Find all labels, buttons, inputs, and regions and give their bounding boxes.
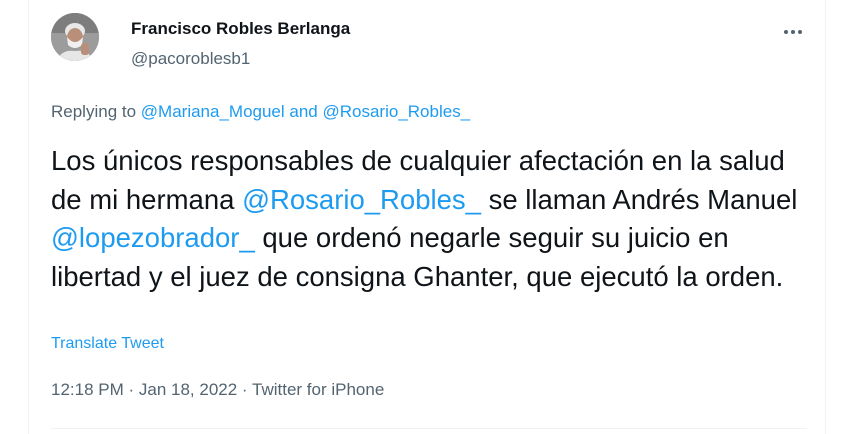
divider (51, 428, 807, 429)
replying-prefix: Replying to (51, 102, 141, 121)
more-dots-icon (784, 30, 802, 34)
tweet-time[interactable]: 12:18 PM (51, 380, 124, 399)
tweet-metadata: 12:18 PM · Jan 18, 2022 · Twitter for iP… (51, 380, 384, 400)
tweet-text-segment: se llaman Andrés Manuel (480, 183, 798, 215)
more-button[interactable] (779, 18, 807, 46)
tweet-card: Francisco Robles Berlanga @pacoroblesb1 … (28, 0, 826, 434)
reply-mention-link[interactable]: @Rosario_Robles_ (322, 102, 470, 121)
replying-to: Replying to @Mariana_Moguel and @Rosario… (51, 102, 470, 122)
tweet-date[interactable]: Jan 18, 2022 (139, 380, 237, 399)
tweet-text: Los únicos responsables de cualquier afe… (51, 142, 811, 296)
author-handle[interactable]: @pacoroblesb1 (131, 49, 250, 69)
translate-tweet-link[interactable]: Translate Tweet (51, 335, 164, 353)
meta-separator: · (237, 380, 252, 399)
author-name[interactable]: Francisco Robles Berlanga (131, 19, 350, 39)
mention-link[interactable]: @Rosario_Robles_ (242, 184, 481, 215)
avatar[interactable] (51, 13, 99, 61)
reply-conjunction: and (284, 102, 323, 121)
user-avatar-photo-icon (51, 13, 99, 61)
meta-separator: · (123, 380, 139, 399)
tweet-source[interactable]: Twitter for iPhone (252, 380, 384, 399)
reply-mention-link[interactable]: @Mariana_Moguel (141, 102, 285, 121)
mention-link[interactable]: @lopezobrador_ (51, 222, 255, 253)
